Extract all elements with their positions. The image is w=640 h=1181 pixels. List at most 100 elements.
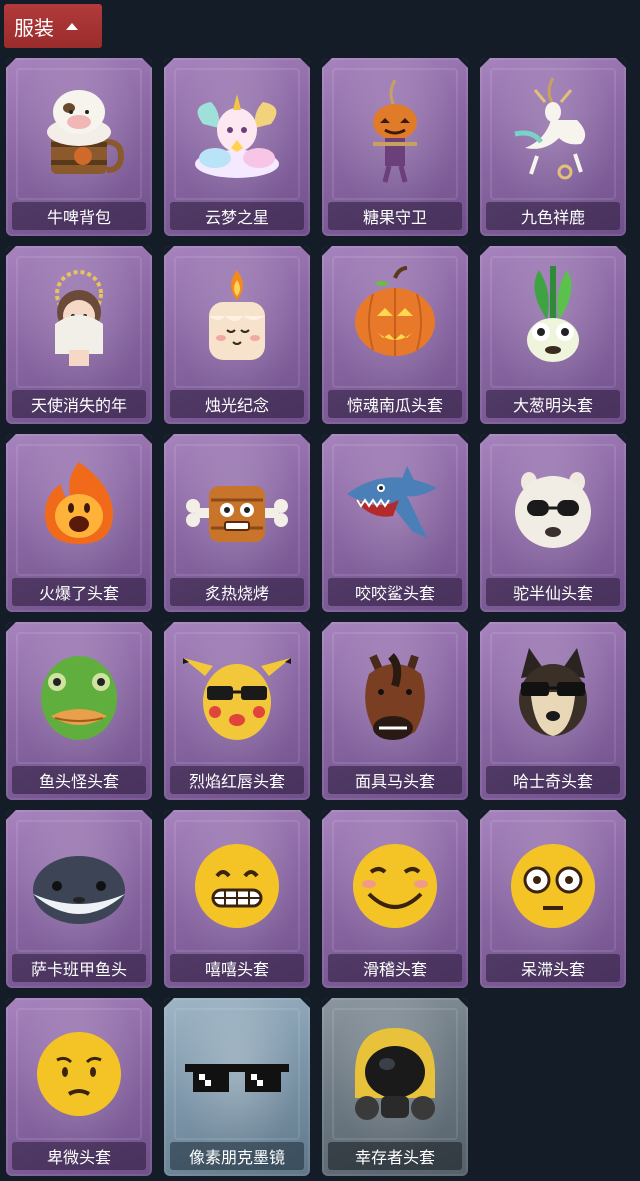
item-card[interactable]: 咬咬鲨头套: [322, 434, 468, 612]
grin-emoji-icon: [164, 824, 310, 948]
item-name-label: 牛啤背包: [12, 202, 146, 230]
item-name-label: 面具马头套: [328, 766, 462, 794]
item-card[interactable]: 糖果守卫: [322, 58, 468, 236]
fish-man-head-icon: [6, 636, 152, 760]
item-card[interactable]: 火爆了头套: [6, 434, 152, 612]
yellow-mascot-head-icon: [164, 636, 310, 760]
card-corner-notch: [300, 434, 310, 444]
card-corner-notch: [480, 58, 490, 68]
card-corner-notch: [164, 810, 174, 820]
item-name-label: 哈士奇头套: [486, 766, 620, 794]
item-name-label: 烛光纪念: [170, 390, 304, 418]
gas-mask-helmet-icon: [322, 1012, 468, 1136]
card-corner-notch: [300, 58, 310, 68]
item-card[interactable]: 滑稽头套: [322, 810, 468, 988]
card-corner-notch: [616, 58, 626, 68]
card-corner-notch: [458, 810, 468, 820]
item-card[interactable]: 云梦之星: [164, 58, 310, 236]
item-card[interactable]: 天使消失的年: [6, 246, 152, 424]
angel-doll-icon: [6, 260, 152, 384]
category-tab-outfit[interactable]: 服装: [4, 4, 102, 48]
item-card[interactable]: 萨卡班甲鱼头: [6, 810, 152, 988]
humble-emoji-icon: [6, 1012, 152, 1136]
silly-emoji-icon: [322, 824, 468, 948]
item-name-label: 呆滞头套: [486, 954, 620, 982]
fireball-head-icon: [6, 448, 152, 572]
card-corner-notch: [616, 246, 626, 256]
jack-o-lantern-icon: [322, 260, 468, 384]
card-corner-notch: [142, 434, 152, 444]
item-card[interactable]: 嘻嘻头套: [164, 810, 310, 988]
card-corner-notch: [164, 998, 174, 1008]
item-card[interactable]: 炙热烧烤: [164, 434, 310, 612]
card-corner-notch: [322, 810, 332, 820]
unicorn-cloud-icon: [164, 72, 310, 196]
bbq-meat-icon: [164, 448, 310, 572]
card-corner-notch: [322, 434, 332, 444]
alpaca-sunglasses-icon: [480, 448, 626, 572]
card-corner-notch: [300, 810, 310, 820]
pixel-sunglasses-icon: [164, 1012, 310, 1136]
item-card[interactable]: 鱼头怪头套: [6, 622, 152, 800]
item-card[interactable]: 面具马头套: [322, 622, 468, 800]
item-card[interactable]: 牛啤背包: [6, 58, 152, 236]
card-corner-notch: [164, 58, 174, 68]
scallion-head-icon: [480, 260, 626, 384]
card-corner-notch: [480, 622, 490, 632]
item-card[interactable]: 惊魂南瓜头套: [322, 246, 468, 424]
item-name-label: 嘻嘻头套: [170, 954, 304, 982]
item-name-label: 惊魂南瓜头套: [328, 390, 462, 418]
card-corner-notch: [458, 998, 468, 1008]
card-corner-notch: [300, 246, 310, 256]
card-corner-notch: [6, 622, 16, 632]
item-card[interactable]: 大葱明头套: [480, 246, 626, 424]
card-corner-notch: [322, 998, 332, 1008]
card-corner-notch: [6, 998, 16, 1008]
card-corner-notch: [616, 622, 626, 632]
round-fish-head-icon: [6, 824, 152, 948]
stare-emoji-icon: [480, 824, 626, 948]
item-name-label: 火爆了头套: [12, 578, 146, 606]
item-card[interactable]: 呆滞头套: [480, 810, 626, 988]
cow-beer-mug-icon: [6, 72, 152, 196]
card-corner-notch: [480, 810, 490, 820]
pumpkin-scarecrow-icon: [322, 72, 468, 196]
item-card[interactable]: 烛光纪念: [164, 246, 310, 424]
deer-charm-icon: [480, 72, 626, 196]
item-card[interactable]: 哈士奇头套: [480, 622, 626, 800]
card-corner-notch: [142, 58, 152, 68]
card-corner-notch: [458, 246, 468, 256]
card-corner-notch: [164, 246, 174, 256]
card-corner-notch: [480, 246, 490, 256]
item-card[interactable]: 九色祥鹿: [480, 58, 626, 236]
item-card[interactable]: 幸存者头套: [322, 998, 468, 1176]
item-name-label: 天使消失的年: [12, 390, 146, 418]
shark-head-icon: [322, 448, 468, 572]
card-corner-notch: [6, 434, 16, 444]
item-card[interactable]: 像素朋克墨镜: [164, 998, 310, 1176]
item-name-label: 卑微头套: [12, 1142, 146, 1170]
husky-sunglasses-icon: [480, 636, 626, 760]
category-tab-label: 服装: [14, 15, 54, 40]
card-corner-notch: [164, 434, 174, 444]
horse-mask-icon: [322, 636, 468, 760]
item-card[interactable]: 烈焰红唇头套: [164, 622, 310, 800]
card-corner-notch: [616, 434, 626, 444]
candle-icon: [164, 260, 310, 384]
chevron-up-icon: [66, 22, 78, 30]
card-corner-notch: [142, 622, 152, 632]
card-corner-notch: [6, 58, 16, 68]
card-corner-notch: [6, 810, 16, 820]
card-corner-notch: [458, 434, 468, 444]
item-name-label: 炙热烧烤: [170, 578, 304, 606]
item-name-label: 驼半仙头套: [486, 578, 620, 606]
card-corner-notch: [322, 246, 332, 256]
card-corner-notch: [164, 622, 174, 632]
card-corner-notch: [322, 58, 332, 68]
item-card[interactable]: 驼半仙头套: [480, 434, 626, 612]
card-corner-notch: [6, 246, 16, 256]
item-name-label: 像素朋克墨镜: [170, 1142, 304, 1170]
item-name-label: 糖果守卫: [328, 202, 462, 230]
item-name-label: 烈焰红唇头套: [170, 766, 304, 794]
item-card[interactable]: 卑微头套: [6, 998, 152, 1176]
